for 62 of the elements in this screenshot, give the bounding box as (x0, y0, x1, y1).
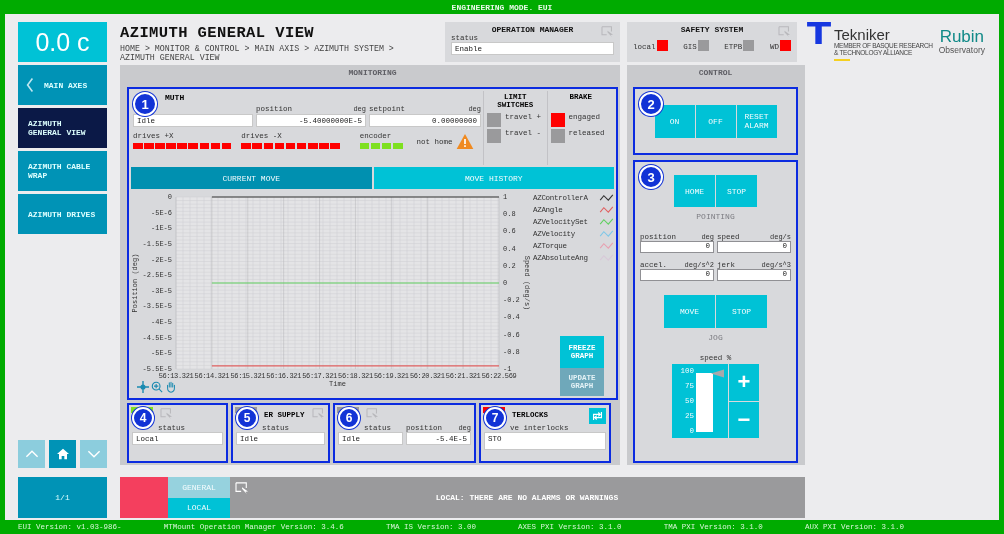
nav-item[interactable]: AZIMUTH DRIVES (18, 194, 107, 234)
nav-item[interactable]: AZIMUTH GENERAL VIEW (18, 108, 107, 148)
slider-thumb[interactable] (711, 369, 724, 379)
logo-underline (834, 59, 850, 61)
home-button[interactable] (49, 440, 76, 468)
callout-badge: 7 (484, 407, 506, 429)
alarm-message: LOCAL: THERE ARE NO ALARMS OR WARNINGS (434, 492, 620, 504)
nav-item[interactable]: AZIMUTH CABLE WRAP (18, 151, 107, 191)
crosshair-icon[interactable] (137, 381, 149, 393)
cursor-box-icon[interactable] (312, 408, 325, 419)
chevron-down-icon (86, 448, 101, 460)
command-button[interactable]: RESET ALARM (736, 104, 777, 138)
callout-badge: 5 (236, 407, 258, 429)
hand-icon[interactable] (165, 381, 177, 393)
section-title: MUTH (165, 92, 185, 104)
logo-subtitle: Observatory (938, 45, 985, 55)
callout-badge: 6 (338, 407, 360, 429)
command-button[interactable]: HOME (674, 175, 715, 207)
panel-heading: CONTROL (697, 67, 734, 79)
tab[interactable]: GENERAL (168, 477, 230, 498)
cursor-box-icon[interactable] (235, 482, 249, 494)
logo-wordmark: Tekniker (834, 28, 891, 42)
step-button[interactable]: − (729, 401, 759, 438)
page-title: AZIMUTH GENERAL VIEW (120, 24, 316, 42)
cursor-box-icon[interactable] (601, 26, 614, 37)
command-button[interactable]: ON (654, 104, 695, 138)
callout-badge: 3 (639, 165, 663, 189)
command-button[interactable]: OFF (695, 104, 736, 138)
refresh-button[interactable] (589, 408, 606, 424)
slider-track[interactable] (696, 370, 724, 432)
zoom-icon[interactable] (151, 381, 163, 393)
tab[interactable]: LOCAL (168, 497, 230, 518)
mode-title: ENGINEERING MODE. EUI (451, 2, 553, 12)
group-label: POINTING (695, 212, 736, 221)
command-button[interactable]: STOP (716, 295, 767, 328)
page-indicator: 1/1 (18, 477, 107, 518)
panel-title: OPERATION MANAGER (490, 25, 575, 34)
tab[interactable]: CURRENT MOVE (131, 167, 372, 189)
callout-badge: 2 (639, 92, 663, 116)
step-button[interactable]: + (729, 364, 759, 401)
home-icon (55, 448, 70, 460)
command-button[interactable]: STOP (716, 175, 757, 207)
panel-heading: MONITORING (347, 67, 398, 79)
group-label: JOG (707, 333, 724, 342)
panel-title: SAFETY SYSTEM (679, 25, 745, 34)
cursor-box-icon[interactable] (160, 408, 173, 419)
chevron-left-icon (26, 77, 34, 93)
logo-wordmark: Rubin (939, 28, 985, 45)
temperature-display: 0.0 c (18, 22, 107, 62)
warning-icon (455, 134, 474, 149)
alarm-indicator (120, 477, 168, 518)
cursor-box-icon[interactable] (366, 408, 379, 419)
chevron-up-icon (24, 448, 39, 460)
tekniker-logo-icon (807, 22, 831, 44)
tab[interactable]: MOVE HISTORY (373, 167, 614, 189)
breadcrumb: HOME > MONITOR & CONTROL > MAIN AXIS > AZIMUTH SYSTEM > AZIMUTH GENERAL VIEW (120, 44, 395, 62)
cursor-box-icon[interactable] (778, 26, 791, 37)
command-button[interactable]: MOVE (664, 295, 715, 328)
nav-item[interactable]: MAIN AXES (18, 65, 107, 105)
swap-arrows-icon (592, 411, 603, 421)
callout-badge: 4 (132, 407, 154, 429)
callout-badge: 1 (133, 92, 157, 116)
